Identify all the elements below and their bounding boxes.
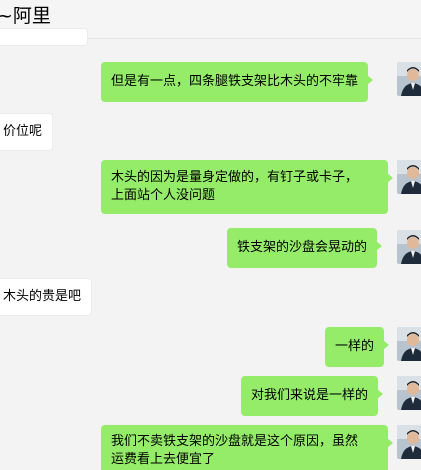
message-text: 铁支架的沙盘会晃动的 [237,240,368,255]
message-text: 一样的 [335,339,375,354]
message-bubble-incoming[interactable]: 木头的贵是吧 [0,278,93,316]
message-text: 对我们来说是一样的 [251,388,369,403]
message-bubble-outgoing[interactable]: 我们不卖铁支架的沙盘就是这个原因，虽然 运费看上去便宜了 [101,425,393,470]
message-text-line: 上面站个人没问题 [111,188,216,203]
avatar[interactable] [397,230,421,264]
avatar-icon [397,62,421,96]
avatar[interactable] [397,425,421,459]
avatar[interactable] [397,327,421,361]
message-text-line: 我们不卖铁支架的沙盘就是这个原因，虽然 [111,434,359,449]
message-bubble-outgoing[interactable]: 铁支架的沙盘会晃动的 [227,228,383,268]
message-bubble-incoming[interactable]: 价位呢 [0,113,54,151]
message-text-line: 运费看上去便宜了 [111,452,216,467]
avatar-icon [397,160,421,194]
message-bubble-outgoing[interactable]: 但是有一点，四条腿铁支架比木头的不牢靠 [101,62,374,102]
avatar[interactable] [397,160,421,194]
message-bubble-outgoing[interactable]: 一样的 [325,327,390,367]
message-text: 木头的贵是吧 [3,289,82,304]
message-bubble-incoming[interactable] [0,28,88,46]
avatar[interactable] [397,376,421,410]
avatar-icon [397,425,421,459]
message-bubble-outgoing[interactable]: 木头的因为是量身定做的，有钉子或卡子， 上面站个人没问题 [101,160,393,214]
avatar-icon [397,230,421,264]
avatar-icon [397,376,421,410]
avatar[interactable] [397,62,421,96]
chat-title: ~阿里 [0,5,51,27]
message-text: 但是有一点，四条腿铁支架比木头的不牢靠 [111,74,359,89]
avatar-icon [397,327,421,361]
message-text: 价位呢 [3,124,43,139]
message-bubble-outgoing[interactable]: 对我们来说是一样的 [241,376,384,416]
message-text-line: 木头的因为是量身定做的，有钉子或卡子， [111,170,359,185]
